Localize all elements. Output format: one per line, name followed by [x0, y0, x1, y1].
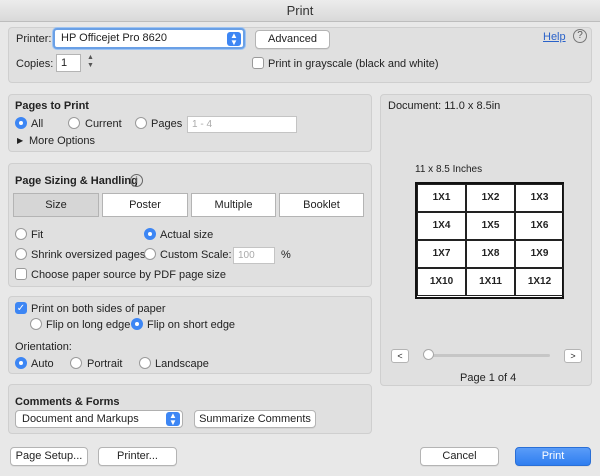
preview-cell: 1X12 [515, 268, 564, 296]
cancel-button[interactable]: Cancel [420, 447, 499, 466]
paper-size-label: 11 x 8.5 Inches [415, 164, 483, 175]
orientation-landscape-label: Landscape [155, 358, 209, 370]
preview-cell: 1X8 [466, 240, 515, 268]
fit-label: Fit [31, 229, 44, 241]
orientation-portrait-radio[interactable] [70, 357, 82, 369]
print-button[interactable]: Print [515, 447, 591, 466]
preview-cell: 1X1 [417, 184, 466, 212]
actual-size-label: Actual size [160, 229, 214, 241]
short-edge-radio[interactable] [131, 318, 143, 330]
preview-cell: 1X10 [417, 268, 466, 296]
comments-header: Comments & Forms [15, 396, 120, 408]
orientation-auto-label: Auto [31, 358, 54, 370]
tab-poster[interactable]: Poster [102, 193, 188, 217]
both-sides-label: Print on both sides of paper [31, 303, 166, 315]
preview-cell: 1X11 [466, 268, 515, 296]
comments-select[interactable]: Document and Markups ▲ ▼ [15, 410, 183, 428]
custom-scale-input[interactable]: 100 [233, 247, 275, 264]
tab-booklet[interactable]: Booklet [279, 193, 364, 217]
tab-multiple[interactable]: Multiple [191, 193, 276, 217]
preview-cell: 1X2 [466, 184, 515, 212]
pages-all-radio[interactable] [15, 117, 27, 129]
fit-radio[interactable] [15, 228, 27, 240]
document-size-label: Document: 11.0 x 8.5in [388, 100, 501, 112]
page-slider-thumb[interactable] [423, 349, 434, 360]
orientation-landscape-radio[interactable] [139, 357, 151, 369]
advanced-button[interactable]: Advanced [255, 30, 330, 49]
paper-source-checkbox[interactable] [15, 268, 27, 280]
select-arrows-icon: ▲ ▼ [166, 412, 180, 427]
copies-stepper[interactable]: ▲ ▼ [85, 54, 96, 72]
tab-size[interactable]: Size [13, 193, 99, 217]
window-title: Print [0, 0, 600, 22]
preview-cell: 1X6 [515, 212, 564, 240]
page-indicator: Page 1 of 4 [460, 372, 517, 384]
info-icon[interactable]: i [130, 174, 143, 187]
select-arrows-icon: ▲ ▼ [227, 32, 241, 47]
prev-page-button[interactable]: < [391, 349, 409, 363]
sizing-header: Page Sizing & Handling [15, 175, 138, 187]
actual-size-radio[interactable] [144, 228, 156, 240]
paper-source-label: Choose paper source by PDF page size [31, 269, 227, 281]
help-link[interactable]: Help [543, 31, 566, 43]
copies-label: Copies: [16, 58, 54, 70]
preview-cell: 1X3 [515, 184, 564, 212]
pages-range-radio[interactable] [135, 117, 147, 129]
comments-select-value: Document and Markups [22, 413, 139, 425]
grayscale-checkbox[interactable] [252, 57, 264, 69]
page-setup-button[interactable]: Page Setup... [10, 447, 88, 466]
grayscale-label: Print in grayscale (black and white) [268, 58, 439, 70]
preview-cell: 1X9 [515, 240, 564, 268]
pages-range-label: Pages [151, 118, 183, 130]
summarize-comments-button[interactable]: Summarize Comments [194, 410, 316, 428]
printer-button[interactable]: Printer... [98, 447, 177, 466]
orientation-label: Orientation: [15, 341, 72, 353]
more-options-label[interactable]: More Options [29, 135, 95, 147]
help-icon[interactable]: ? [573, 29, 587, 43]
shrink-radio[interactable] [15, 248, 27, 260]
orientation-auto-radio[interactable] [15, 357, 27, 369]
preview-cell: 1X7 [417, 240, 466, 268]
pages-current-label: Current [85, 118, 122, 130]
printer-select-value: HP Officejet Pro 8620 [61, 32, 167, 44]
pages-header: Pages to Print [15, 100, 89, 112]
copies-input[interactable]: 1 [56, 54, 81, 72]
printer-label: Printer: [16, 33, 52, 45]
printer-select[interactable]: HP Officejet Pro 8620 ▲ ▼ [53, 28, 245, 49]
long-edge-label: Flip on long edge [46, 319, 131, 331]
custom-scale-radio[interactable] [144, 248, 156, 260]
orientation-portrait-label: Portrait [87, 358, 123, 370]
preview-page: 1X1 1X2 1X3 1X4 1X5 1X6 1X7 1X8 1X9 1X10… [415, 182, 564, 299]
shrink-label: Shrink oversized pages [31, 249, 146, 261]
short-edge-label: Flip on short edge [147, 319, 236, 331]
page-slider-track[interactable] [424, 354, 550, 357]
pages-current-radio[interactable] [68, 117, 80, 129]
percent-label: % [281, 249, 291, 261]
custom-scale-label: Custom Scale: [160, 249, 232, 261]
next-page-button[interactable]: > [564, 349, 582, 363]
preview-cell: 1X5 [466, 212, 515, 240]
disclosure-triangle-icon[interactable]: ▶ [17, 136, 23, 145]
both-sides-checkbox[interactable]: ✓ [15, 302, 27, 314]
pages-all-label: All [31, 118, 44, 130]
preview-cell: 1X4 [417, 212, 466, 240]
long-edge-radio[interactable] [30, 318, 42, 330]
pages-range-input[interactable]: 1 - 4 [187, 116, 297, 133]
